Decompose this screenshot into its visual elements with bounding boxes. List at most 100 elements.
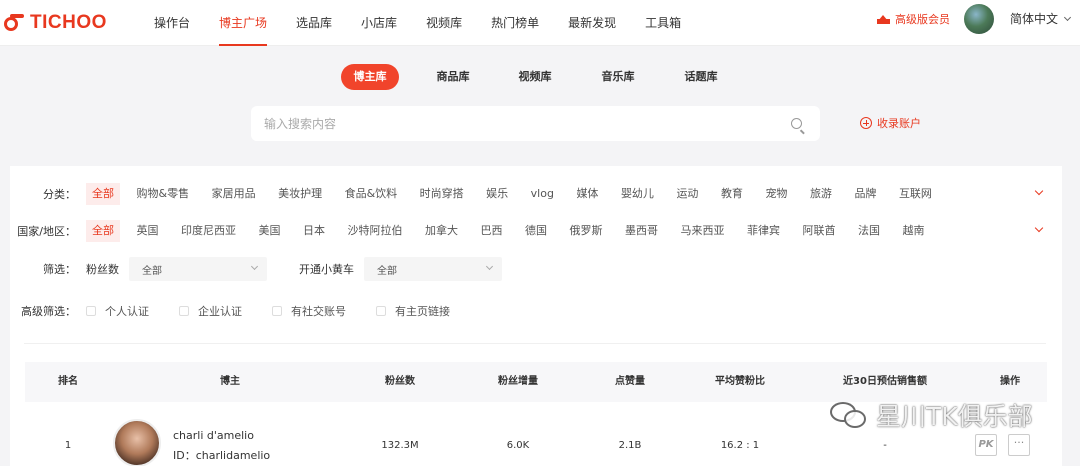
tab-video-library[interactable]: 视频库 xyxy=(505,64,565,90)
watermark-text: 星川TK俱乐部 xyxy=(876,402,1033,431)
category-chip[interactable]: 全部 xyxy=(86,183,120,205)
category-chip[interactable]: 旅游 xyxy=(804,183,838,205)
more-button[interactable]: ··· xyxy=(1008,434,1030,456)
category-chip[interactable]: 食品&饮料 xyxy=(339,183,404,205)
region-chip[interactable]: 马来西亚 xyxy=(675,220,731,242)
nav-item-product-library[interactable]: 选品库 xyxy=(296,0,346,46)
region-chip[interactable]: 菲律宾 xyxy=(741,220,786,242)
region-filter-row: 国家/地区： 全部 英国 印度尼西亚 美国 日本 沙特阿拉伯 加拿大 巴西 德国… xyxy=(10,220,941,242)
screen-filter-row: 筛选： 粉丝数 全部 开通小黄车 全部 xyxy=(10,257,502,281)
checkbox-has-social[interactable]: 有社交账号 xyxy=(272,303,346,319)
region-chip[interactable]: 英国 xyxy=(131,220,165,242)
nav-item-toolbox[interactable]: 工具箱 xyxy=(645,0,695,46)
advanced-label: 高级筛选： xyxy=(21,305,76,318)
nav-item-creator-square[interactable]: 博主广场 xyxy=(219,0,281,46)
region-label: 国家/地区： xyxy=(17,225,76,238)
category-chip[interactable]: 购物&零售 xyxy=(131,183,196,205)
category-chip[interactable]: 品牌 xyxy=(848,183,882,205)
checkbox-icon[interactable] xyxy=(272,306,282,316)
category-chip[interactable]: 婴幼儿 xyxy=(615,183,660,205)
category-chip[interactable]: 媒体 xyxy=(570,183,604,205)
wechat-icon xyxy=(830,400,868,430)
nav-item-dashboard[interactable]: 操作台 xyxy=(154,0,204,46)
vip-badge[interactable]: 高级版会员 xyxy=(877,11,950,27)
category-chip[interactable]: 运动 xyxy=(670,183,704,205)
language-label: 简体中文 xyxy=(1010,12,1059,26)
column-header[interactable]: 排名 xyxy=(43,362,93,402)
pk-button[interactable]: PK xyxy=(975,434,997,456)
crown-icon xyxy=(877,14,890,24)
creator-name[interactable]: charli d'amelio xyxy=(173,429,254,442)
column-header[interactable]: 平均赞粉比 xyxy=(695,362,785,402)
region-chip[interactable]: 法国 xyxy=(852,220,886,242)
logo-text: TICHOO xyxy=(30,11,107,33)
creator-id: ID：charlidamelio xyxy=(173,449,271,462)
checkbox-label: 有主页链接 xyxy=(395,305,450,318)
category-chip[interactable]: 教育 xyxy=(715,183,749,205)
tab-creator-library[interactable]: 博主库 xyxy=(341,64,399,90)
library-tabs: 博主库 商品库 视频库 音乐库 话题库 xyxy=(0,64,1080,90)
rank-cell: 1 xyxy=(64,440,72,451)
column-header[interactable]: 点赞量 xyxy=(595,362,665,402)
tab-music-library[interactable]: 音乐库 xyxy=(588,64,648,90)
region-chip[interactable]: 日本 xyxy=(297,220,331,242)
checkbox-label: 有社交账号 xyxy=(291,305,346,318)
fans-select[interactable]: 全部 xyxy=(129,257,267,281)
avatar[interactable] xyxy=(113,419,161,466)
region-chip[interactable]: 美国 xyxy=(253,220,287,242)
checkbox-icon[interactable] xyxy=(179,306,189,316)
category-chip[interactable]: 互联网 xyxy=(893,183,938,205)
region-chip[interactable]: 阿联酋 xyxy=(797,220,842,242)
category-chip[interactable]: 娱乐 xyxy=(480,183,514,205)
region-chip[interactable]: 印度尼西亚 xyxy=(175,220,242,242)
nav-item-shop-library[interactable]: 小店库 xyxy=(361,0,411,46)
collect-account-button[interactable]: 收录账户 xyxy=(860,115,921,131)
region-chip[interactable]: 沙特阿拉伯 xyxy=(342,220,409,242)
plus-circle-icon xyxy=(860,117,872,129)
tab-topic-library[interactable]: 话题库 xyxy=(671,64,731,90)
logo[interactable]: TICHOO xyxy=(4,12,144,34)
checkbox-icon[interactable] xyxy=(86,306,96,316)
category-chip[interactable]: 宠物 xyxy=(759,183,793,205)
region-chip[interactable]: 全部 xyxy=(86,220,120,242)
region-chip[interactable]: 加拿大 xyxy=(419,220,464,242)
chevron-down-icon[interactable] xyxy=(1034,223,1044,233)
column-header: 操作 xyxy=(1000,376,1020,387)
nav-item-hot-rankings[interactable]: 热门榜单 xyxy=(491,0,553,46)
cart-select[interactable]: 全部 xyxy=(364,257,502,281)
search-input[interactable] xyxy=(264,116,764,131)
region-chip[interactable]: 德国 xyxy=(519,220,553,242)
checkbox-personal-verified[interactable]: 个人认证 xyxy=(86,303,149,319)
screen-label: 筛选： xyxy=(43,263,76,276)
checkbox-icon[interactable] xyxy=(376,306,386,316)
region-chip[interactable]: 墨西哥 xyxy=(619,220,664,242)
like-fan-ratio-cell: 16.2 : 1 xyxy=(720,440,760,451)
fans-select-value: 全部 xyxy=(142,265,162,277)
category-chip[interactable]: vlog xyxy=(525,183,560,205)
tab-product-library[interactable]: 商品库 xyxy=(423,64,483,90)
column-header[interactable]: 近30日预估销售额 xyxy=(825,362,945,402)
chevron-down-icon[interactable] xyxy=(1034,186,1044,196)
nav-item-video-library[interactable]: 视频库 xyxy=(426,0,476,46)
region-chip[interactable]: 巴西 xyxy=(475,220,509,242)
region-chip[interactable]: 越南 xyxy=(897,220,931,242)
column-header[interactable]: 粉丝数 xyxy=(355,362,445,402)
checkbox-has-homepage-link[interactable]: 有主页链接 xyxy=(376,303,450,319)
user-avatar[interactable] xyxy=(964,4,994,34)
category-chip[interactable]: 家居用品 xyxy=(206,183,262,205)
language-selector[interactable]: 简体中文 xyxy=(1010,10,1072,27)
checkbox-business-verified[interactable]: 企业认证 xyxy=(179,303,242,319)
advanced-filter-row: 高级筛选： 个人认证 企业认证 有社交账号 有主页链接 xyxy=(10,300,480,322)
chevron-down-icon xyxy=(485,262,494,271)
checkbox-label: 个人认证 xyxy=(105,305,149,318)
region-chip[interactable]: 俄罗斯 xyxy=(564,220,609,242)
main-nav: 操作台 博主广场 选品库 小店库 视频库 热门榜单 最新发现 工具箱 xyxy=(154,0,710,46)
checkbox-label: 企业认证 xyxy=(198,305,242,318)
column-header[interactable]: 粉丝增量 xyxy=(473,362,563,402)
nav-item-latest-discovery[interactable]: 最新发现 xyxy=(568,0,630,46)
category-chip[interactable]: 美妆护理 xyxy=(272,183,328,205)
fans-cell: 132.3M xyxy=(381,440,419,451)
category-chip[interactable]: 时尚穿搭 xyxy=(414,183,470,205)
search-icon[interactable] xyxy=(791,118,802,129)
divider xyxy=(24,343,1046,344)
